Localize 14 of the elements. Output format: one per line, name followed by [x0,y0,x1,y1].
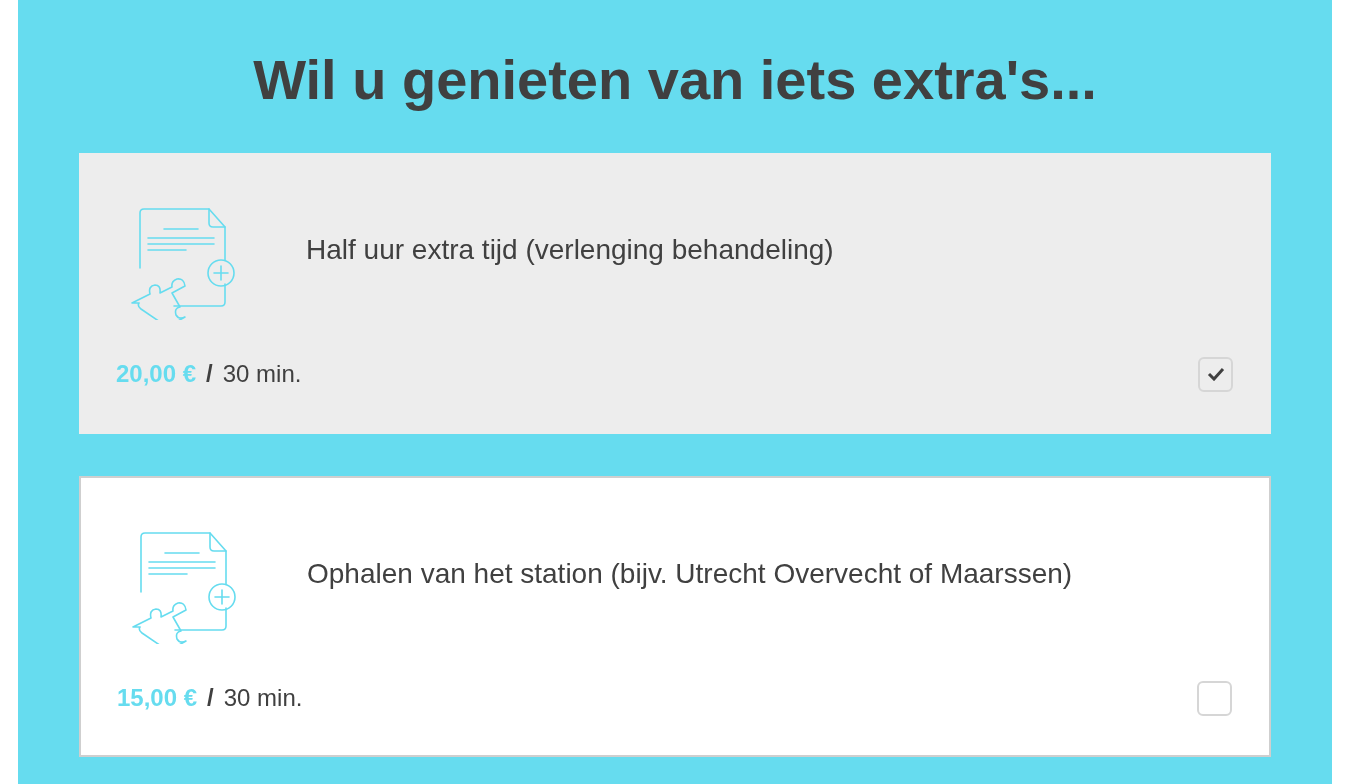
page-heading: Wil u genieten van iets extra's... [253,47,1097,113]
price: 20,00 € [116,359,197,389]
duration: 30 min. [222,359,302,389]
extra-name: Ophalen van het station (bijv. Utrecht Overvecht of Maarssen) [307,557,1073,591]
extra-option-card[interactable]: Half uur extra tijd (verlenging behandeling) 20,00 € / 30 min. [79,153,1271,434]
extra-name: Half uur extra tijd (verlenging behandeling) [306,233,834,267]
separator: / [207,683,214,713]
checkbox[interactable] [1197,680,1232,716]
price: 15,00 € [117,683,198,713]
duration: 30 min. [223,683,303,713]
extra-option-card[interactable]: Ophalen van het station (bijv. Utrecht Overvecht of Maarssen) 15,00 € / 30 min. [79,476,1271,757]
separator: / [206,359,213,389]
checkmark-icon [1206,367,1225,381]
checkbox[interactable] [1198,356,1233,392]
